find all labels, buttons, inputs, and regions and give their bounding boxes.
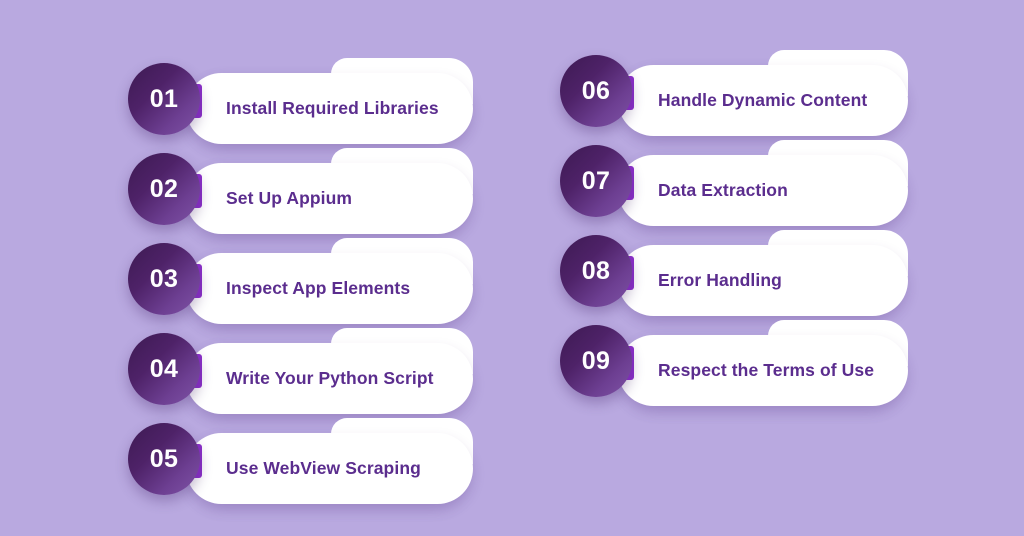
step-card[interactable]: Set Up Appium	[186, 148, 473, 234]
step-number-badge: 03	[128, 243, 200, 315]
step-number: 01	[149, 84, 179, 113]
step-number: 09	[581, 346, 611, 375]
step-item[interactable]: Use WebView Scraping 05	[128, 418, 473, 508]
step-label: Use WebView Scraping	[226, 458, 421, 478]
infographic-canvas: Install Required Libraries 01 Set Up Appiu…	[0, 0, 1024, 536]
step-item[interactable]: Write Your Python Script 04	[128, 328, 473, 418]
step-label: Install Required Libraries	[226, 98, 439, 118]
step-number: 04	[149, 354, 179, 383]
step-label: Handle Dynamic Content	[658, 90, 868, 110]
step-item[interactable]: Handle Dynamic Content 06	[560, 50, 908, 140]
step-number-badge: 02	[128, 153, 200, 225]
step-card[interactable]: Install Required Libraries	[186, 58, 473, 144]
step-number-badge: 01	[128, 63, 200, 135]
step-number-badge: 06	[560, 55, 632, 127]
step-item[interactable]: Inspect App Elements 03	[128, 238, 473, 328]
step-number: 06	[581, 76, 611, 105]
step-number-badge: 04	[128, 333, 200, 405]
step-number: 02	[149, 174, 179, 203]
step-number-badge: 07	[560, 145, 632, 217]
step-label: Inspect App Elements	[226, 278, 411, 298]
step-label: Write Your Python Script	[226, 368, 434, 388]
step-item[interactable]: Install Required Libraries 01	[128, 58, 473, 148]
step-card[interactable]: Inspect App Elements	[186, 238, 473, 324]
step-item[interactable]: Error Handling 08	[560, 230, 908, 320]
step-label: Set Up Appium	[226, 188, 353, 208]
step-card[interactable]: Error Handling	[618, 230, 908, 316]
step-card[interactable]: Respect the Terms of Use	[618, 320, 908, 406]
step-item[interactable]: Set Up Appium 02	[128, 148, 473, 238]
step-number: 05	[149, 444, 179, 473]
step-number-badge: 09	[560, 325, 632, 397]
step-number: 07	[581, 166, 611, 195]
step-number: 03	[149, 264, 179, 293]
step-label: Respect the Terms of Use	[658, 360, 875, 380]
step-label: Error Handling	[658, 270, 782, 290]
step-number: 08	[581, 256, 611, 285]
step-card[interactable]: Write Your Python Script	[186, 328, 473, 414]
step-card[interactable]: Data Extraction	[618, 140, 908, 226]
step-number-badge: 08	[560, 235, 632, 307]
right-column: Handle Dynamic Content 06 Data Extraction 0…	[560, 0, 908, 536]
step-item[interactable]: Respect the Terms of Use 09	[560, 320, 908, 410]
step-card[interactable]: Use WebView Scraping	[186, 418, 473, 504]
left-column: Install Required Libraries 01 Set Up Appiu…	[128, 0, 473, 536]
step-card[interactable]: Handle Dynamic Content	[618, 50, 908, 136]
step-number-badge: 05	[128, 423, 200, 495]
step-label: Data Extraction	[658, 180, 788, 200]
step-item[interactable]: Data Extraction 07	[560, 140, 908, 230]
